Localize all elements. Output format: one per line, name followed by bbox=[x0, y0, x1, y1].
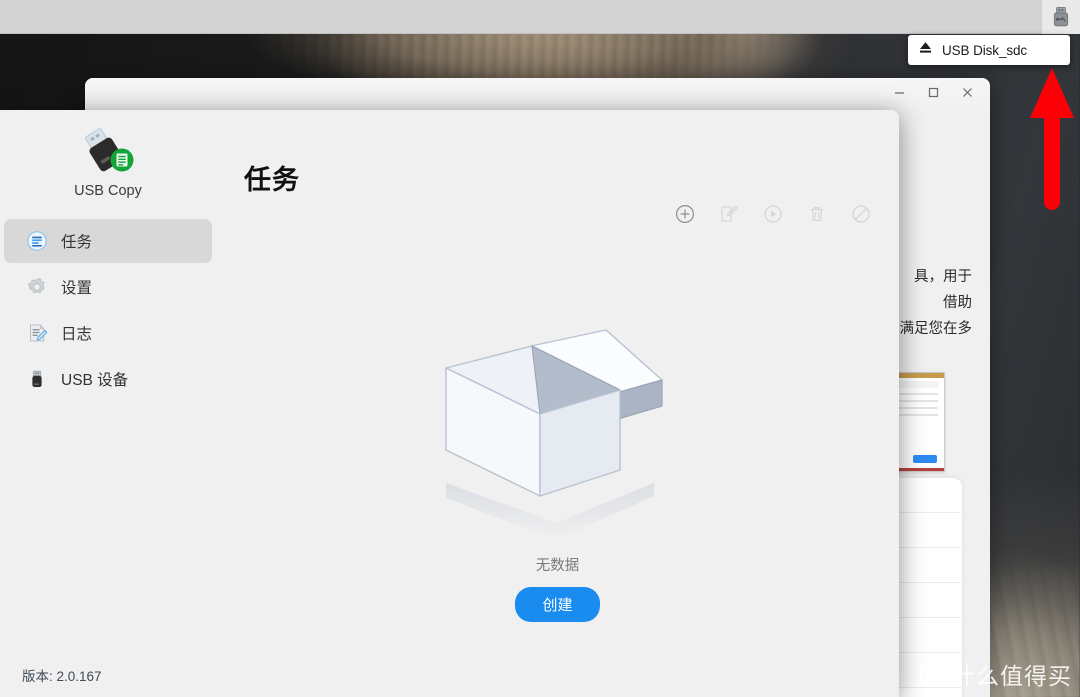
main-content: 任务 无数据 创建 bbox=[216, 110, 899, 697]
brand-block: USB Copy bbox=[0, 110, 216, 199]
task-list-icon bbox=[26, 230, 48, 252]
sidebar: USB Copy 任务 设置 日志 USB 设备 版本: 2.0.167 bbox=[0, 110, 216, 697]
create-task-button[interactable]: 创建 bbox=[515, 587, 600, 622]
sidebar-item-label: 设置 bbox=[61, 280, 93, 297]
usb-copy-window[interactable]: USB Copy 任务 设置 日志 USB 设备 版本: 2.0.167 任务 … bbox=[0, 110, 899, 697]
gear-icon bbox=[26, 276, 48, 298]
empty-state-text: 无数据 bbox=[535, 558, 580, 574]
sidebar-nav: 任务 设置 日志 USB 设备 bbox=[0, 219, 216, 401]
usb-device-icon[interactable] bbox=[1042, 0, 1080, 34]
sidebar-item-usb-devices[interactable]: USB 设备 bbox=[4, 357, 212, 401]
sidebar-item-label: 日志 bbox=[61, 326, 93, 343]
empty-state: 无数据 创建 bbox=[216, 318, 899, 622]
disable-task-button[interactable] bbox=[849, 202, 873, 226]
delete-task-button[interactable] bbox=[805, 202, 829, 226]
sidebar-item-label: 任务 bbox=[61, 234, 93, 251]
background-window-titlebar[interactable] bbox=[85, 78, 990, 106]
eject-icon bbox=[918, 40, 933, 60]
top-taskbar bbox=[0, 0, 1080, 34]
background-close-button[interactable] bbox=[950, 79, 984, 105]
empty-box-icon bbox=[428, 318, 688, 548]
sidebar-item-logs[interactable]: 日志 bbox=[4, 311, 212, 355]
run-task-button[interactable] bbox=[761, 202, 785, 226]
log-pencil-icon bbox=[26, 322, 48, 344]
sidebar-item-tasks[interactable]: 任务 bbox=[4, 219, 212, 263]
task-toolbar bbox=[673, 202, 873, 226]
red-up-arrow bbox=[1028, 66, 1076, 216]
sidebar-item-settings[interactable]: 设置 bbox=[4, 265, 212, 309]
usb-disk-label: USB Disk_sdc bbox=[942, 42, 1028, 58]
sidebar-item-label: USB 设备 bbox=[61, 372, 129, 389]
watermark-badge: 值 bbox=[919, 661, 945, 687]
background-minimize-button[interactable] bbox=[882, 79, 916, 105]
add-task-button[interactable] bbox=[673, 202, 697, 226]
screen-root: 具，用于 借助 满足您在多 USB Copy 任务 设置 日志 USB 设备 版… bbox=[0, 0, 1080, 697]
usb-copy-logo-icon bbox=[76, 121, 140, 175]
page-title: 任务 bbox=[244, 165, 300, 195]
brand-name: USB Copy bbox=[74, 183, 142, 199]
version-label: 版本: 2.0.167 bbox=[22, 669, 102, 684]
usb-stick-icon bbox=[26, 368, 48, 390]
watermark: 值 什么值得买 bbox=[919, 657, 1072, 691]
background-maximize-button[interactable] bbox=[916, 79, 950, 105]
watermark-text: 什么值得买 bbox=[952, 663, 1072, 689]
edit-task-button[interactable] bbox=[717, 202, 741, 226]
usb-disk-popup[interactable]: USB Disk_sdc bbox=[908, 35, 1070, 65]
